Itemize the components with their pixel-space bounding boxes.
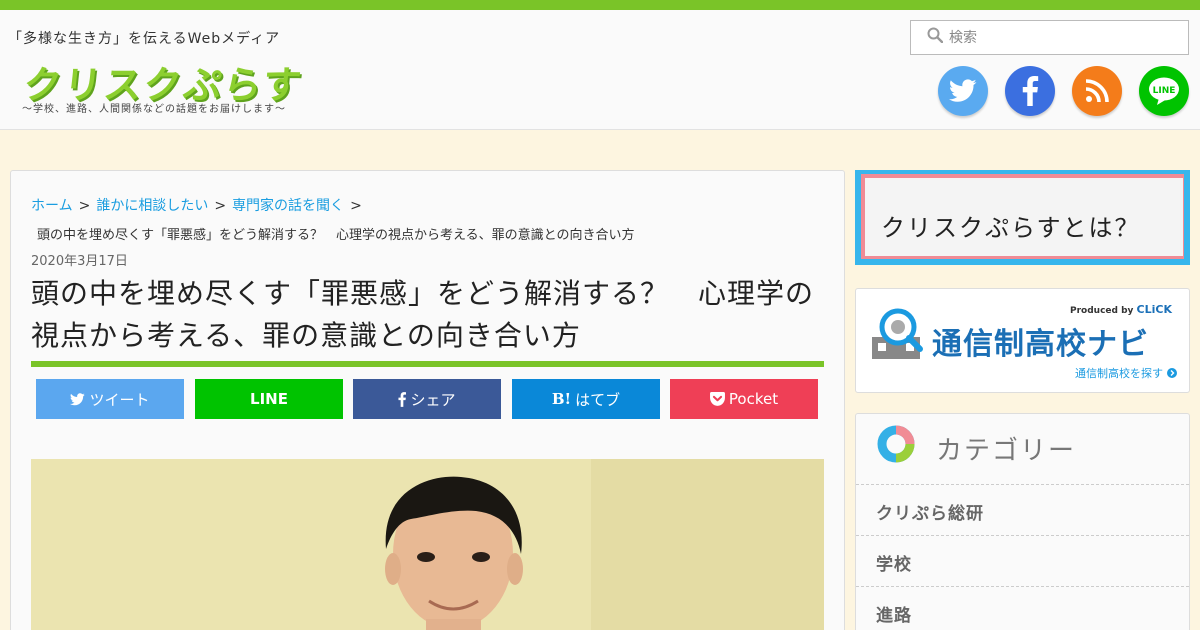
search-icon[interactable] [927,27,943,43]
about-banner[interactable]: クリスクぷらすとは？ [855,170,1190,265]
title-underline [31,361,824,367]
portrait-photo [31,459,824,630]
line-follow-button[interactable]: LINE [1139,66,1189,116]
share-label: ツイート [89,390,150,409]
category-widget: カテゴリー クリぷら総研 学校 進路 [855,413,1190,630]
breadcrumb-separator: > [78,198,91,214]
article-title: 頭の中を埋め尽くす「罪悪感」をどう解消する？ 心理学の視点から考える、罪の意識と… [31,277,815,352]
breadcrumb-consult[interactable]: 誰かに相談したい [96,198,208,214]
site-subtitle: 〜学校、進路、人間関係などの話題をお届けします〜 [22,104,286,115]
share-label: LINE [250,390,288,408]
facebook-icon [1022,76,1039,106]
share-label: Pocket [728,390,779,408]
hatena-icon: B! [551,390,572,408]
category-heading: カテゴリー [936,436,1077,466]
hatena-share-button[interactable]: B! はてブ [512,379,660,419]
category-item[interactable]: 学校 [856,535,1189,586]
facebook-share-button[interactable]: シェア [353,379,501,419]
pocket-icon [709,392,725,406]
navi-brand-logo: CLiCK [1136,303,1172,316]
navi-title: 通信制高校ナビ [932,327,1149,362]
tweet-share-button[interactable]: ツイート [36,379,184,419]
twitter-follow-button[interactable] [938,66,988,116]
school-building-icon [872,308,923,359]
donut-chart-icon [877,425,915,463]
article-featured-image [31,459,824,630]
breadcrumb-separator: > [214,198,227,214]
breadcrumb-current: 頭の中を埋め尽くす「罪悪感」をどう解消する？ 心理学の視点から考える、罪の意識と… [37,228,635,243]
category-item[interactable]: クリぷら総研 [856,484,1189,535]
breadcrumb-home[interactable]: ホーム [31,198,73,214]
article-card: ホーム > 誰かに相談したい > 専門家の話を聞く > 頭の中を埋め尽くす「罪悪感」をどう… [10,170,845,630]
post-date: 2020年3月17日 [31,254,128,269]
navi-produced-label: Produced by [1070,306,1134,316]
twitter-icon [949,79,977,102]
top-accent-bar [0,0,1200,10]
pocket-share-button[interactable]: Pocket [670,379,818,419]
facebook-icon [398,391,407,407]
about-banner-card: クリスクぷらすとは？ [865,178,1183,256]
navi-search-label: 通信制高校を探す [1075,367,1163,380]
breadcrumb-separator: > [350,198,362,214]
about-banner-label: クリスクぷらすとは？ [881,214,1141,242]
site-tagline: 「多様な生き方」を伝えるWebメディア [8,31,281,47]
category-label: クリぷら総研 [876,504,984,524]
site-header: 「多様な生き方」を伝えるWebメディア クリスクぷらす 〜学校、進路、人間関係な… [0,10,1200,130]
share-label: はてブ [575,390,621,409]
facebook-follow-button[interactable] [1005,66,1055,116]
line-icon-label: LINE [1152,86,1176,96]
category-label: 進路 [876,606,912,626]
navi-banner[interactable]: Produced by CLiCK 通信制高校ナビ 通信制高校を探す [855,288,1190,393]
twitter-icon [70,392,86,405]
rss-feed-button[interactable] [1072,66,1122,116]
category-label: 学校 [876,555,912,575]
navi-search-link[interactable]: 通信制高校を探す [1075,365,1177,381]
category-item[interactable]: 進路 [856,586,1189,630]
navi-produced-by: Produced by CLiCK [1070,303,1172,316]
search-box[interactable] [910,20,1189,55]
breadcrumb-expert[interactable]: 専門家の話を聞く [232,198,344,214]
rss-icon [1085,79,1109,103]
circle-arrow-icon [1167,368,1177,378]
line-share-button[interactable]: LINE [195,379,343,419]
about-banner-frame: クリスクぷらすとは？ [861,174,1184,259]
breadcrumb: ホーム > 誰かに相談したい > 専門家の話を聞く > [31,195,368,215]
search-input[interactable] [949,25,1179,50]
share-label: シェア [410,390,456,409]
